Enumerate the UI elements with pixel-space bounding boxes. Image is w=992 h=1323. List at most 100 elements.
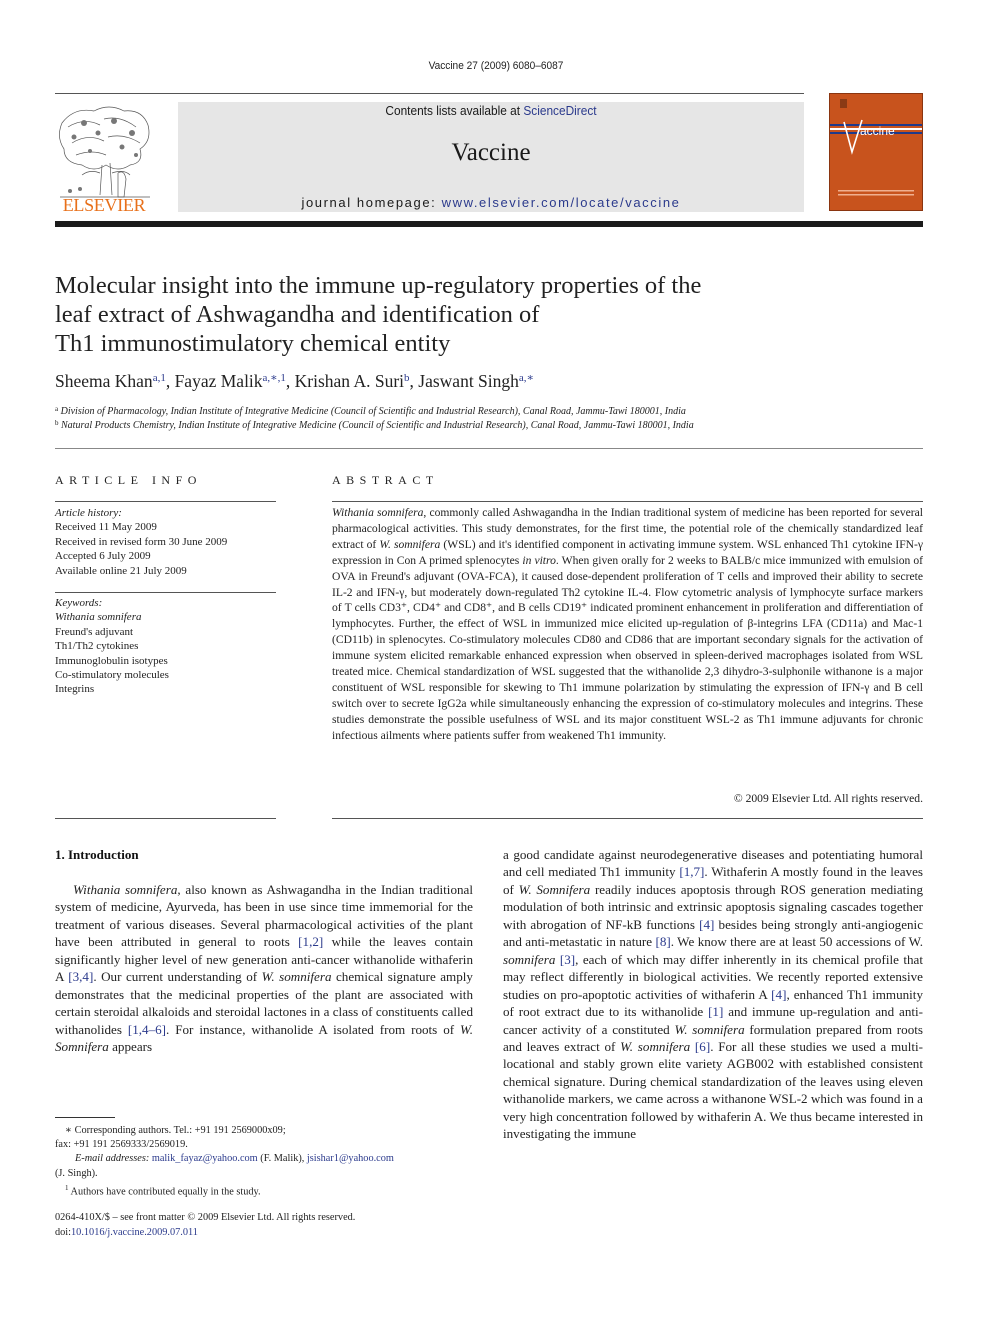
corresponding-footnote: ∗ Corresponding authors. Tel.: +91 191 2…	[65, 1125, 286, 1136]
italic-term: W. Somnifera	[518, 881, 591, 897]
email-link[interactable]: jsishar1@yahoo.com	[307, 1153, 394, 1164]
doi-prefix: doi:	[55, 1226, 72, 1238]
homepage-line: journal homepage: www.elsevier.com/locat…	[178, 195, 804, 210]
author-name[interactable]: Sheema Khan	[55, 371, 153, 391]
running-head: Vaccine 27 (2009) 6080–6087	[428, 60, 564, 72]
text-run: . We know there are at least 50 accessio…	[670, 934, 923, 950]
history-item: Received 11 May 2009	[55, 521, 157, 534]
keywords-label: Keywords:	[55, 597, 103, 609]
email-footnote: E-mail addresses: malik_fayaz@yahoo.com …	[55, 1152, 475, 1166]
affiliation-mark: b	[55, 419, 59, 427]
affiliation-text: Natural Products Chemistry, Indian Insti…	[61, 420, 694, 431]
email-owner: (J. Singh).	[55, 1167, 98, 1179]
text-run: . Our current understanding of	[93, 969, 262, 985]
title-line: Th1 immunostimulatory chemical entity	[55, 330, 451, 357]
divider	[55, 592, 276, 593]
svg-text:accine: accine	[860, 124, 895, 138]
italic-term: Withania somnifera	[332, 506, 424, 519]
article-title: Molecular insight into the immune up-reg…	[55, 271, 855, 358]
abstract-heading: ABSTRACT	[332, 473, 439, 487]
divider	[332, 818, 923, 819]
divider	[55, 501, 276, 502]
affiliation-text: Division of Pharmacology, Indian Institu…	[60, 406, 686, 417]
history-item: Received in revised form 30 June 2009	[55, 535, 228, 548]
author-list: Sheema Khana,1, Fayaz Malika,∗,1, Krisha…	[55, 371, 534, 392]
contents-line: Contents lists available at ScienceDirec…	[194, 104, 789, 118]
email-label: E-mail addresses:	[75, 1153, 150, 1165]
journal-cover[interactable]: accine	[829, 93, 923, 211]
italic-term: W. somnifera	[674, 1021, 745, 1037]
italic-term: W. somnifera	[261, 969, 332, 985]
author-separator: ,	[165, 371, 175, 391]
divider	[55, 818, 276, 819]
journal-name: Vaccine	[451, 139, 531, 166]
doi-line: doi:10.1016/j.vaccine.2009.07.011	[55, 1226, 355, 1241]
section-heading: 1. Introduction	[55, 847, 139, 862]
author-name[interactable]: Jaswant Singh	[418, 371, 519, 391]
keyword: Withania somnifera	[55, 611, 142, 624]
sciencedirect-link[interactable]: ScienceDirect	[523, 104, 596, 118]
citation-link[interactable]: [1]	[708, 1004, 723, 1019]
text-run: . For instance, withanolide A isolated f…	[166, 1021, 461, 1037]
citation-link[interactable]: [1,7]	[679, 864, 704, 879]
email-owner: (F. Malik),	[257, 1153, 307, 1165]
keyword: Integrins	[55, 683, 95, 696]
italic-term: Withania somnifera	[73, 882, 178, 897]
affiliation-mark: a	[55, 405, 59, 413]
body-column-right: a good candidate against neurodegenerati…	[503, 846, 923, 1143]
affiliation: a Division of Pharmacology, Indian Insti…	[55, 405, 686, 417]
keyword: Co-stimulatory molecules	[55, 669, 169, 682]
footnote-rule	[55, 1117, 115, 1118]
doi-link[interactable]: 10.1016/j.vaccine.2009.07.011	[71, 1227, 198, 1238]
history-item: Available online 21 July 2009	[55, 564, 187, 577]
header-rule	[55, 93, 804, 94]
author-marks[interactable]: a,∗	[519, 372, 534, 384]
citation-link[interactable]: [4]	[699, 917, 714, 932]
citation-link[interactable]: [3,4]	[68, 969, 93, 984]
contents-prefix: Contents lists available at	[385, 104, 524, 118]
citation-link[interactable]: [1,4–6]	[128, 1022, 166, 1037]
abstract-copyright: © 2009 Elsevier Ltd. All rights reserved…	[733, 792, 923, 805]
title-line: Molecular insight into the immune up-reg…	[55, 272, 702, 299]
citation-link[interactable]: [1,2]	[298, 934, 323, 949]
keyword: Th1/Th2 cytokines	[55, 640, 139, 653]
affiliation: b Natural Products Chemistry, Indian Ins…	[55, 419, 694, 431]
author-marks[interactable]: a,1	[153, 372, 166, 384]
history-item: Accepted 6 July 2009	[55, 550, 151, 563]
footnotes: ∗ Corresponding authors. Tel.: +91 191 2…	[55, 1124, 475, 1199]
author-separator: ,	[409, 371, 419, 391]
homepage-link[interactable]: www.elsevier.com/locate/vaccine	[442, 195, 681, 210]
issn-line: 0264-410X/$ – see front matter © 2009 El…	[55, 1212, 356, 1223]
italic-term: in vitro	[522, 553, 556, 567]
front-matter: 0264-410X/$ – see front matter © 2009 El…	[55, 1211, 355, 1240]
body-column-left: Withania somnifera, also known as Ashwag…	[55, 881, 473, 1056]
elsevier-wordmark: ELSEVIER	[62, 195, 146, 215]
author-name[interactable]: Fayaz Malik	[175, 371, 263, 391]
author-name[interactable]: Krishan A. Suri	[295, 371, 404, 391]
citation-link[interactable]: [6]	[695, 1039, 710, 1054]
homepage-prefix: journal homepage:	[301, 195, 442, 210]
header-thick-rule	[55, 221, 923, 227]
author-separator: ,	[285, 371, 295, 391]
keywords: Keywords: Withania somnifera Freund's ad…	[55, 596, 169, 697]
text-run: appears	[108, 1039, 153, 1055]
author-marks[interactable]: a,∗,1	[263, 372, 286, 384]
equal-contribution-footnote: 1 Authors have contributed equally in th…	[55, 1181, 475, 1200]
journal-cover-icon: accine	[830, 99, 922, 196]
citation-link[interactable]: [4]	[771, 987, 786, 1002]
italic-term: somnifera	[503, 951, 556, 967]
text-run: . For all these studies we used a multi-…	[503, 1038, 923, 1142]
italic-term: W. somnifera	[379, 537, 441, 551]
keyword: Freund's adjuvant	[55, 625, 134, 638]
elsevier-logo[interactable]: ELSEVIER	[54, 103, 154, 215]
article-info-heading: ARTICLE INFO	[55, 473, 202, 487]
email-link[interactable]: malik_fayaz@yahoo.com	[152, 1153, 258, 1164]
abstract-text: Withania somnifera, commonly called Ashw…	[332, 505, 923, 744]
divider	[332, 501, 923, 502]
footnote-text: Authors have contributed equally in the …	[68, 1186, 261, 1198]
citation-link[interactable]: [8]	[655, 934, 670, 949]
citation-link[interactable]: [3]	[560, 952, 575, 967]
article-history: Article history: Received 11 May 2009 Re…	[55, 506, 227, 578]
fax-line: fax: +91 191 2569333/2569019.	[55, 1139, 188, 1151]
title-line: leaf extract of Ashwagandha and identifi…	[55, 301, 540, 328]
